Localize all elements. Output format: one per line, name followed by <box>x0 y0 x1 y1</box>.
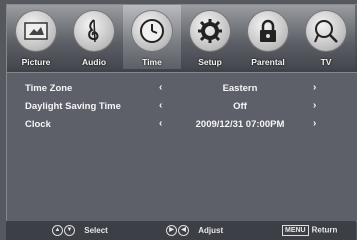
setting-label: Daylight Saving Time <box>25 101 121 112</box>
left-arrow-icon[interactable]: ‹ <box>159 100 162 111</box>
tab-label: Parental <box>251 57 285 67</box>
tab-time[interactable]: Time <box>123 5 182 69</box>
music-note-icon <box>74 11 114 51</box>
tab-tv[interactable]: TV <box>297 5 355 69</box>
return-hint-label: Return <box>311 225 338 235</box>
menu-tab-bar: Picture Audio Time Setup Parental TV <box>6 4 357 73</box>
setting-value: Off <box>233 101 247 112</box>
tv-menu-screen: Picture Audio Time Setup Parental TV Tim… <box>0 0 357 240</box>
setting-label: Clock <box>25 119 51 130</box>
right-arrow-icon: ▶ <box>166 225 177 236</box>
tab-audio[interactable]: Audio <box>65 5 124 69</box>
setting-value: 2009/12/31 07:00PM <box>195 119 285 130</box>
lock-icon <box>248 11 288 51</box>
left-arrow-icon: ◀ <box>178 225 189 236</box>
hint-bar: ▲ ▼ Select ▶ ◀ Adjust MENU Return <box>6 221 356 240</box>
tab-label: Time <box>142 57 162 67</box>
left-arrow-icon[interactable]: ‹ <box>159 118 162 129</box>
tab-label: Audio <box>81 57 107 67</box>
down-arrow-icon: ▼ <box>64 225 75 236</box>
time-settings-panel: Time Zone ‹ Eastern › Daylight Saving Ti… <box>6 72 357 222</box>
tab-picture[interactable]: Picture <box>7 5 66 69</box>
setting-label: Time Zone <box>25 83 73 94</box>
setting-row-daylight-saving[interactable]: Daylight Saving Time ‹ Off › <box>7 100 357 115</box>
picture-icon <box>16 11 56 51</box>
return-hint: MENU Return <box>282 225 337 236</box>
right-arrow-icon[interactable]: › <box>313 82 316 93</box>
tab-parental[interactable]: Parental <box>239 5 298 69</box>
tab-setup[interactable]: Setup <box>181 5 240 69</box>
clock-icon <box>132 11 172 51</box>
setting-value: Eastern <box>222 83 258 94</box>
tab-label: Picture <box>21 57 51 67</box>
tab-label: TV <box>320 57 332 67</box>
tab-label: Setup <box>198 57 222 67</box>
select-hint: ▲ ▼ Select <box>52 225 108 236</box>
gear-icon <box>190 11 230 51</box>
right-arrow-icon[interactable]: › <box>313 118 316 129</box>
select-hint-label: Select <box>84 225 108 235</box>
adjust-hint: ▶ ◀ Adjust <box>166 225 223 236</box>
up-arrow-icon: ▲ <box>52 225 63 236</box>
setting-row-time-zone[interactable]: Time Zone ‹ Eastern › <box>7 82 357 97</box>
left-arrow-icon[interactable]: ‹ <box>159 82 162 93</box>
adjust-hint-label: Adjust <box>198 225 224 235</box>
right-arrow-icon[interactable]: › <box>313 100 316 111</box>
setting-row-clock[interactable]: Clock ‹ 2009/12/31 07:00PM › <box>7 118 357 133</box>
satellite-dish-icon <box>306 11 346 51</box>
menu-key: MENU <box>282 225 309 236</box>
